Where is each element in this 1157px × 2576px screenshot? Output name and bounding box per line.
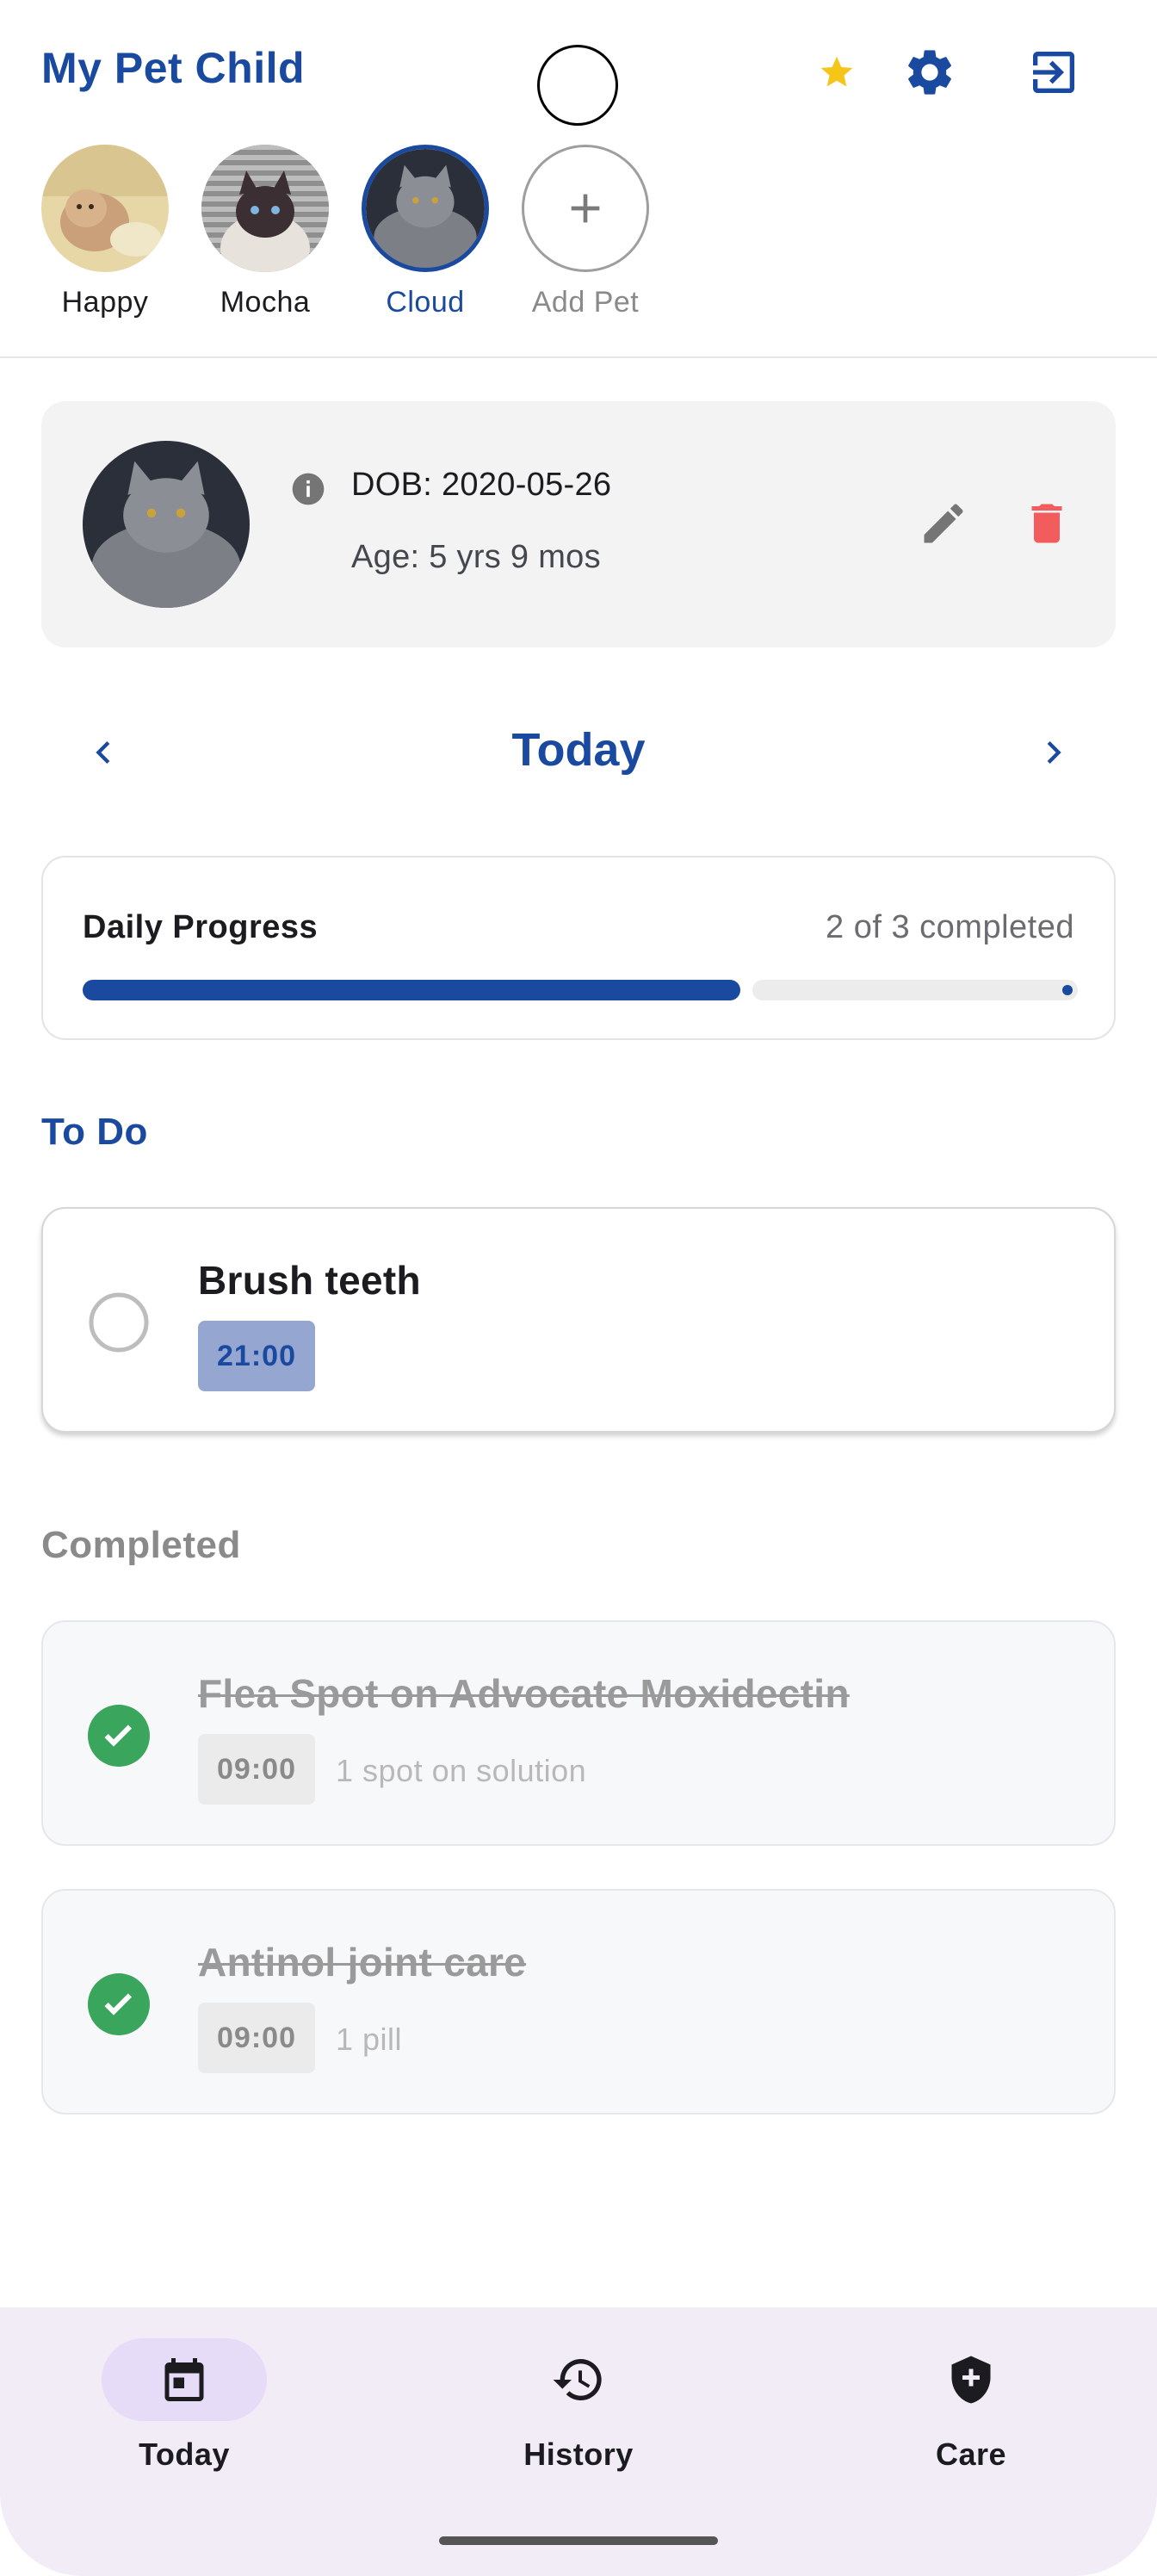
pet-cloud[interactable]: Cloud: [362, 145, 489, 319]
trash-icon: [1031, 504, 1062, 543]
exit-icon: [1033, 52, 1074, 93]
task-card[interactable]: Antinol joint care 09:00 1 pill: [41, 1889, 1116, 2115]
home-indicator: [439, 2536, 718, 2545]
pet-avatar-mocha: [201, 145, 329, 272]
nav-tab-history[interactable]: History: [449, 2307, 708, 2480]
progress-bar-remaining: [752, 980, 1078, 1000]
app-title: My Pet Child: [41, 44, 306, 92]
nav-indicator-pill: [888, 2338, 1054, 2421]
nav-indicator-pill: [496, 2338, 661, 2421]
progress-title: Daily Progress: [83, 909, 319, 945]
settings-button[interactable]: [899, 41, 961, 103]
current-date-label: Today: [511, 724, 646, 776]
task-checkbox[interactable]: [88, 1973, 150, 2035]
task-title: Antinol joint care: [198, 1940, 527, 1985]
edit-pet-button[interactable]: [911, 491, 976, 556]
pet-label: Cloud: [386, 286, 465, 319]
delete-pet-button[interactable]: [1014, 491, 1080, 556]
star-icon: [820, 56, 853, 87]
pet-dob: DOB: 2020-05-26: [351, 467, 612, 503]
progress-bar-end-dot: [1062, 985, 1073, 995]
task-checkbox[interactable]: [88, 1705, 150, 1767]
task-time-badge: 09:00: [198, 2003, 315, 2073]
nav-tab-label: Today: [139, 2437, 230, 2472]
pet-info-avatar: [83, 441, 250, 608]
daily-progress-card: Daily Progress 2 of 3 completed: [41, 856, 1116, 1040]
nav-tab-label: History: [523, 2437, 634, 2472]
pet-selector: Happy Mocha Cloud Add Pet: [41, 145, 649, 319]
check-circle-icon: [88, 1705, 150, 1767]
info-icon: [289, 470, 327, 508]
nav-tab-care[interactable]: Care: [842, 2307, 1100, 2480]
pet-avatar-happy: [41, 145, 169, 272]
calendar-icon: [164, 2358, 204, 2401]
progress-bar-fill: [83, 980, 740, 1000]
plus-icon: [571, 194, 600, 223]
nav-tab-label: Care: [935, 2437, 1007, 2472]
add-pet-button[interactable]: Add Pet: [522, 145, 649, 319]
progress-bar: [83, 980, 1078, 1000]
header-divider: [0, 356, 1157, 358]
task-time-badge: 21:00: [198, 1321, 315, 1391]
task-card[interactable]: Brush teeth 21:00: [41, 1207, 1116, 1433]
task-title: Flea Spot on Advocate Moxidectin: [198, 1671, 850, 1716]
completed-section-title: Completed: [41, 1524, 241, 1566]
app-screen: My Pet Child Happy Mocha Cloud Add Pet D…: [0, 0, 1157, 2576]
task-note: 1 spot on solution: [336, 1753, 587, 1788]
task-card[interactable]: Flea Spot on Advocate Moxidectin 09:00 1…: [41, 1620, 1116, 1846]
nav-tab-today[interactable]: Today: [55, 2307, 313, 2480]
pet-avatar-cloud: [362, 145, 489, 272]
pencil-icon: [924, 504, 963, 543]
favorite-button[interactable]: [806, 41, 868, 103]
pet-label: Add Pet: [531, 286, 640, 319]
pet-happy[interactable]: Happy: [41, 145, 169, 319]
pet-info-card: DOB: 2020-05-26 Age: 5 yrs 9 mos: [41, 401, 1116, 647]
camera-cutout: [537, 45, 618, 126]
todo-section-title: To Do: [41, 1111, 148, 1153]
task-note: 1 pill: [336, 2022, 403, 2057]
pet-label: Mocha: [220, 286, 311, 319]
logout-button[interactable]: [1023, 41, 1085, 103]
task-checkbox[interactable]: [88, 1291, 150, 1353]
chevron-right-icon: [1047, 741, 1061, 764]
pet-label: Happy: [61, 286, 149, 319]
task-title: Brush teeth: [198, 1258, 421, 1303]
gear-icon: [908, 50, 951, 95]
check-circle-icon: [88, 1973, 150, 2035]
pet-age: Age: 5 yrs 9 mos: [351, 539, 601, 575]
circle-unchecked-icon: [89, 1292, 149, 1353]
add-pet-circle: [522, 145, 649, 272]
pet-mocha[interactable]: Mocha: [201, 145, 329, 319]
progress-count: 2 of 3 completed: [826, 909, 1074, 945]
task-time-badge: 09:00: [198, 1734, 315, 1805]
shield-plus-icon: [951, 2356, 991, 2404]
next-day-button[interactable]: [1023, 721, 1085, 783]
history-icon: [553, 2359, 602, 2400]
nav-indicator-pill: [102, 2338, 267, 2421]
